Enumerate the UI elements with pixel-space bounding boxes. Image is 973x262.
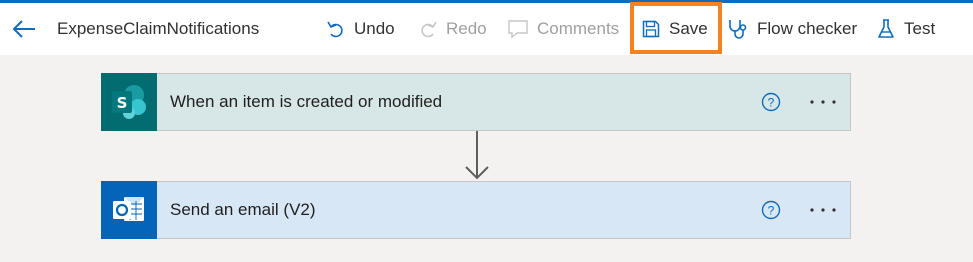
redo-icon bbox=[418, 19, 438, 39]
undo-icon bbox=[326, 19, 346, 39]
command-bar: ExpenseClaimNotifications Undo Redo Comm… bbox=[0, 3, 973, 55]
svg-text:S: S bbox=[117, 94, 128, 112]
help-icon[interactable]: ? bbox=[761, 92, 781, 112]
flow-checker-label: Flow checker bbox=[757, 19, 858, 38]
redo-label: Redo bbox=[446, 19, 487, 38]
test-label: Test bbox=[904, 19, 936, 38]
more-options-icon[interactable] bbox=[805, 92, 841, 112]
redo-button[interactable]: Redo bbox=[418, 3, 487, 55]
back-button[interactable] bbox=[11, 3, 37, 55]
save-highlight-box bbox=[630, 2, 722, 54]
test-button[interactable]: Test bbox=[877, 3, 935, 55]
action-step-card[interactable]: Send an email (V2) ? bbox=[101, 181, 851, 239]
flow-name: ExpenseClaimNotifications bbox=[57, 19, 260, 38]
trigger-step-card[interactable]: S When an item is created or modified ? bbox=[101, 73, 851, 131]
stethoscope-icon bbox=[727, 18, 751, 40]
comments-button[interactable]: Comments bbox=[507, 3, 619, 55]
undo-label: Undo bbox=[354, 19, 395, 38]
sharepoint-icon: S bbox=[101, 73, 157, 131]
flow-checker-button[interactable]: Flow checker bbox=[727, 3, 857, 55]
help-icon[interactable]: ? bbox=[761, 200, 781, 220]
flask-icon bbox=[877, 18, 895, 40]
action-step-title: Send an email (V2) bbox=[170, 200, 316, 219]
undo-button[interactable]: Undo bbox=[326, 3, 395, 55]
comments-label: Comments bbox=[537, 19, 620, 38]
comment-icon bbox=[507, 19, 529, 39]
svg-text:?: ? bbox=[768, 96, 775, 110]
step-connector-arrow-icon bbox=[464, 131, 490, 181]
svg-text:?: ? bbox=[768, 204, 775, 218]
trigger-step-title: When an item is created or modified bbox=[170, 92, 443, 111]
outlook-icon bbox=[101, 181, 157, 239]
back-arrow-icon bbox=[11, 18, 37, 40]
more-options-icon[interactable] bbox=[805, 200, 841, 220]
